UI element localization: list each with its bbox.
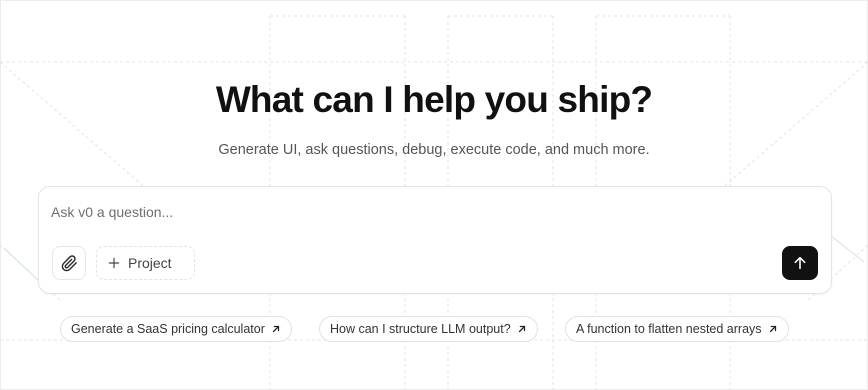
project-button-label: Project bbox=[128, 255, 172, 271]
page-title: What can I help you ship? bbox=[215, 79, 653, 120]
hero: What can I help you ship? Generate UI, a… bbox=[0, 76, 868, 160]
suggestion-chip-pricing-calculator[interactable]: Generate a SaaS pricing calculator bbox=[60, 316, 292, 342]
project-button[interactable]: Project bbox=[96, 246, 195, 280]
suggestion-chip-flatten-arrays[interactable]: A function to flatten nested arrays bbox=[565, 316, 789, 342]
paperclip-icon bbox=[61, 254, 78, 272]
prompt-box: Project bbox=[38, 186, 832, 294]
attach-button[interactable] bbox=[52, 246, 86, 280]
suggestion-list: Generate a SaaS pricing calculator How c… bbox=[0, 316, 868, 342]
send-button[interactable] bbox=[782, 246, 818, 280]
plus-icon bbox=[107, 256, 121, 270]
arrow-up-right-icon bbox=[517, 324, 527, 334]
arrow-up-icon bbox=[792, 255, 808, 271]
suggestion-label: A function to flatten nested arrays bbox=[576, 322, 762, 336]
page-subtitle: Generate UI, ask questions, debug, execu… bbox=[218, 142, 650, 158]
arrow-up-right-icon bbox=[271, 324, 281, 334]
arrow-up-right-icon bbox=[768, 324, 778, 334]
suggestion-chip-llm-output[interactable]: How can I structure LLM output? bbox=[319, 316, 538, 342]
prompt-input[interactable] bbox=[51, 201, 811, 223]
suggestion-label: Generate a SaaS pricing calculator bbox=[71, 322, 265, 336]
suggestion-label: How can I structure LLM output? bbox=[330, 322, 511, 336]
